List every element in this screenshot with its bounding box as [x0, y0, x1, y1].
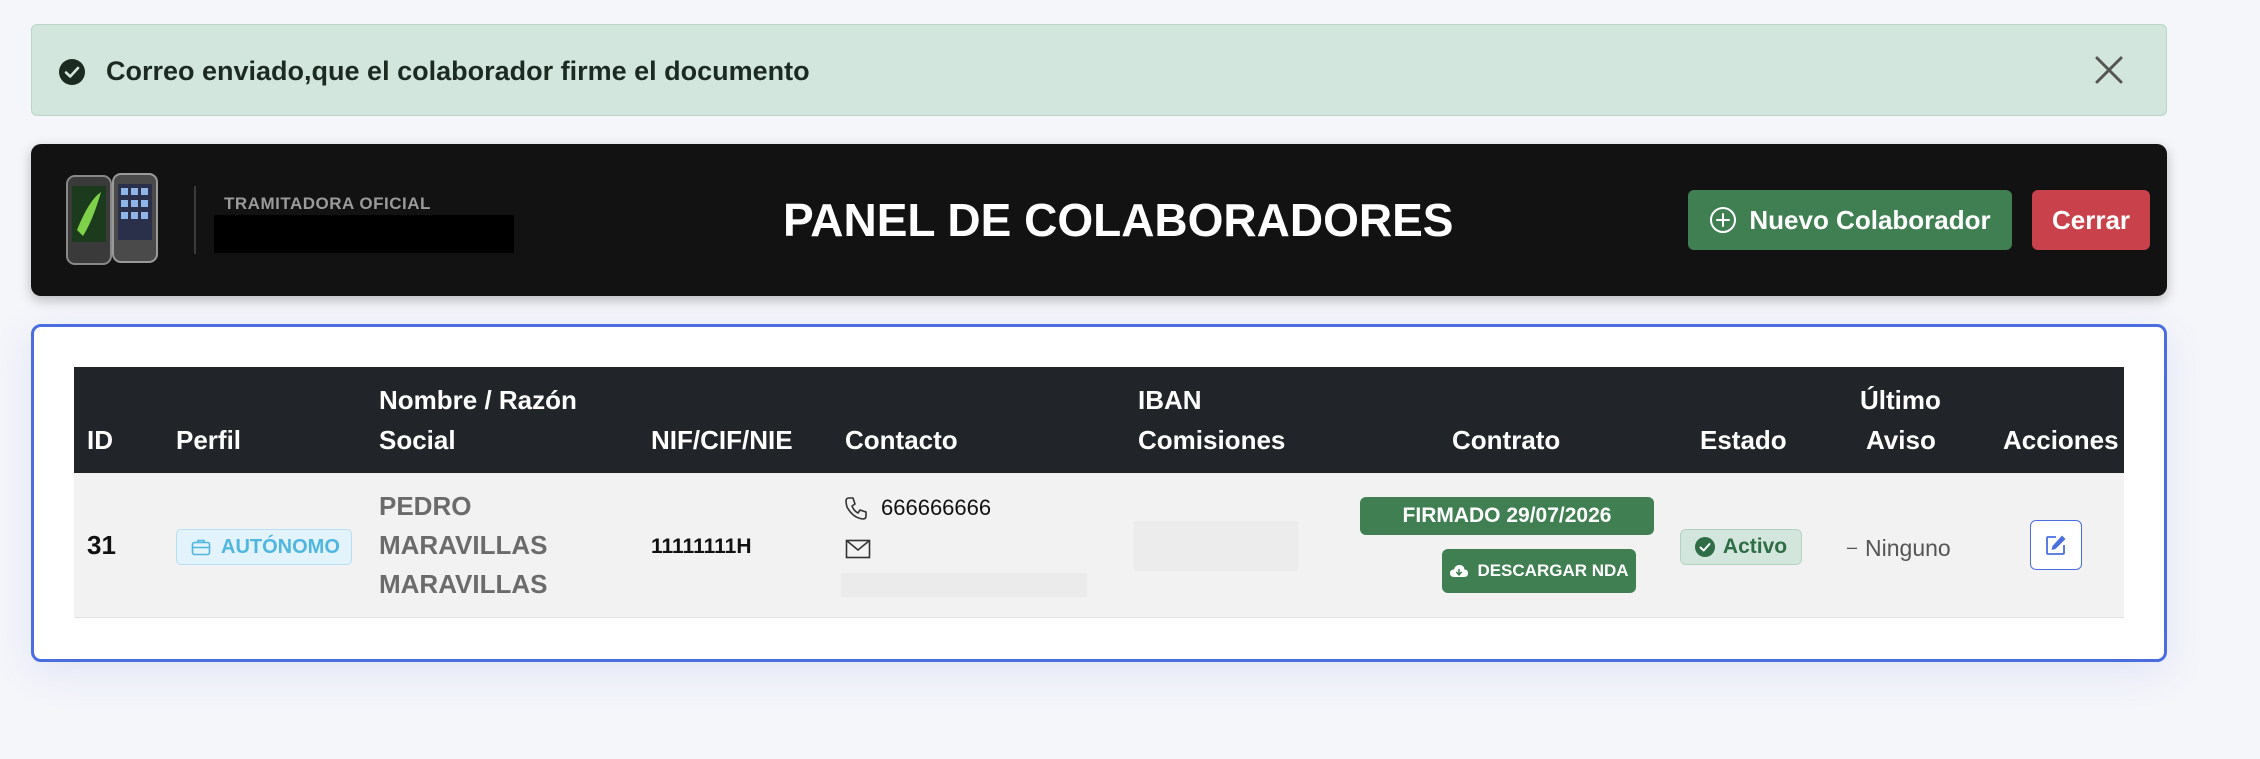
new-collaborator-label: Nuevo Colaborador	[1749, 204, 1991, 235]
page-title: PANEL DE COLABORADORES	[783, 194, 1454, 246]
col-nombre-line2: Social	[379, 425, 456, 455]
last-notice-value: Ninguno	[1865, 535, 1951, 561]
download-nda-button[interactable]: DESCARGAR NDA	[1442, 549, 1636, 593]
brand-name-redacted	[214, 215, 514, 253]
email-redacted	[841, 573, 1087, 597]
col-estado: Estado	[1700, 425, 1787, 455]
app-header: TRAMITADORA OFICIAL PANEL DE COLABORADOR…	[31, 144, 2167, 296]
brand-label: TRAMITADORA OFICIAL	[224, 194, 431, 213]
last-notice: – Ninguno	[1847, 473, 1951, 622]
name-line-2: MARAVILLAS	[379, 530, 548, 560]
cloud-download-icon	[1450, 565, 1469, 577]
col-acciones: Acciones	[2003, 425, 2119, 455]
phones-logo	[66, 173, 158, 265]
col-iban-line1: IBAN	[1138, 385, 1202, 415]
contact-phone: 666666666	[843, 495, 991, 521]
table-row[interactable]: 31 AUTÓNOMO PEDRO MARAVILLAS MARAVILLAS …	[74, 473, 2124, 618]
col-ultimo-line1: Último	[1860, 385, 1941, 415]
status-label: Activo	[1722, 535, 1788, 558]
col-contrato: Contrato	[1452, 425, 1561, 455]
dash-icon: –	[1847, 537, 1858, 557]
check-circle-icon	[59, 59, 85, 85]
close-button[interactable]: Cerrar	[2032, 190, 2150, 250]
edit-button[interactable]	[2030, 520, 2082, 570]
mail-icon	[845, 539, 871, 559]
collaborators-card: ID Perfil Nombre / Razón Social NIF/CIF/…	[31, 324, 2167, 662]
status-badge: Activo	[1680, 529, 1802, 565]
header-divider	[194, 186, 196, 254]
col-contacto: Contacto	[845, 425, 958, 455]
col-nif: NIF/CIF/NIE	[651, 425, 793, 455]
close-icon[interactable]	[2092, 53, 2126, 87]
col-perfil: Perfil	[176, 425, 242, 455]
contract-signed-badge: FIRMADO 29/07/2026	[1360, 497, 1654, 535]
check-circle-icon	[1694, 537, 1715, 557]
plus-circle-icon	[1710, 207, 1737, 233]
success-alert: Correo enviado,que el colaborador firme …	[31, 24, 2167, 116]
profile-badge: AUTÓNOMO	[176, 529, 352, 565]
name-line-1: PEDRO	[379, 491, 472, 521]
col-iban-line2: Comisiones	[1138, 425, 1286, 455]
table-header: ID Perfil Nombre / Razón Social NIF/CIF/…	[74, 367, 2124, 473]
download-nda-label: DESCARGAR NDA	[1477, 561, 1629, 580]
nif-value: 11111111H	[651, 535, 752, 558]
row-id: 31	[87, 530, 116, 560]
name-line-3: MARAVILLAS	[379, 569, 548, 599]
edit-icon	[2046, 535, 2066, 555]
alert-message: Correo enviado,que el colaborador firme …	[106, 56, 810, 86]
profile-label: AUTÓNOMO	[221, 535, 340, 558]
col-nombre-line1: Nombre / Razón	[379, 385, 577, 415]
collaborator-name: PEDRO MARAVILLAS MARAVILLAS	[379, 487, 579, 604]
col-id: ID	[87, 425, 113, 455]
briefcase-icon	[191, 539, 211, 556]
phone-icon	[845, 497, 867, 520]
new-collaborator-button[interactable]: Nuevo Colaborador	[1688, 190, 2012, 250]
col-ultimo-line2: Aviso	[1866, 425, 1936, 455]
iban-redacted	[1134, 521, 1298, 571]
phone-value: 666666666	[881, 495, 992, 520]
